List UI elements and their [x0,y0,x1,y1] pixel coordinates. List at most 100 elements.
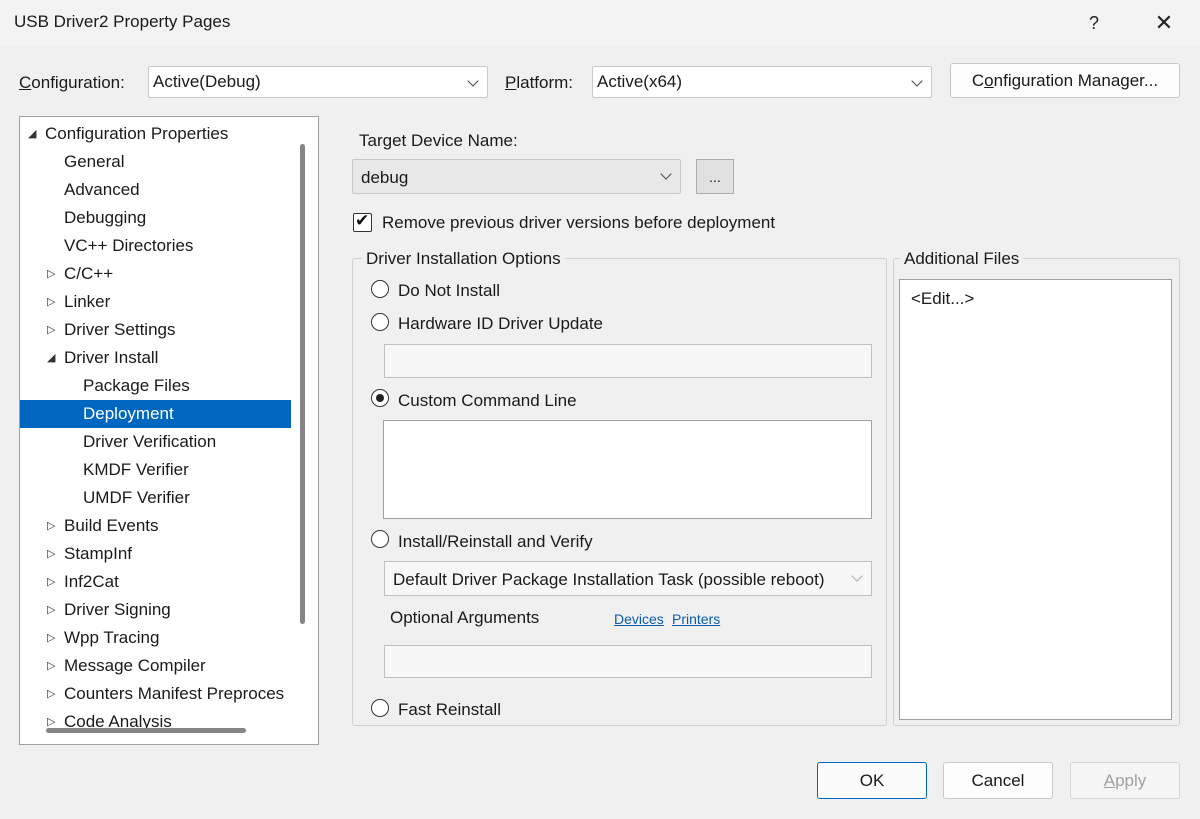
tree-item[interactable]: ▷ Build Events [20,512,291,540]
tree-horizontal-scrollbar[interactable] [46,728,246,733]
tree-vertical-scrollbar[interactable] [300,144,305,624]
remove-previous-checkbox[interactable]: ✔ [353,211,372,232]
tree-item[interactable]: ▷ Wpp Tracing [20,624,291,652]
tree-item-label: Counters Manifest Preproces [64,684,285,703]
tree-item-label: General [64,152,125,171]
tree-item[interactable]: Advanced [20,176,291,204]
tree-item-label: Driver Install [64,348,159,367]
configuration-label: Configuration: [19,73,125,93]
tree-item[interactable]: Debugging [20,204,291,232]
configuration-manager-button[interactable]: Configuration Manager... [950,63,1180,98]
configuration-label-accel: C [19,73,32,92]
tree-item[interactable]: ▷ Driver Settings [20,316,291,344]
radio-custom-command[interactable] [371,389,389,407]
apply-accel: A [1103,771,1116,790]
tree-item[interactable]: Package Files [20,372,291,400]
optional-args-label: Optional Arguments [390,608,540,627]
tree-item[interactable]: ▷ Driver Signing [20,596,291,624]
tree-item-label: Inf2Cat [64,572,119,591]
target-device-select[interactable]: debug [352,159,681,194]
devices-link[interactable]: Devices [614,611,664,627]
help-button[interactable]: ? [1074,8,1114,38]
tree-item-label: Driver Settings [64,320,176,339]
expand-arrow-icon[interactable]: ▷ [47,624,55,652]
additional-files-value: <Edit...> [911,289,975,308]
tree-item[interactable]: ▷ Linker [20,288,291,316]
remove-previous-label: Remove previous driver versions before d… [382,213,776,232]
collapse-arrow-icon[interactable]: ◢ [47,344,55,372]
configuration-label-rest: onfiguration: [31,73,125,92]
install-verify-label: Install/Reinstall and Verify [398,532,593,551]
tree-item-label: Driver Signing [64,600,171,619]
tree-item[interactable]: ▷ Inf2Cat [20,568,291,596]
radio-do-not-install[interactable] [371,280,389,298]
configuration-manager-rest: Configuration Manager... [972,71,1158,90]
configuration-manager-text: nfiguration Manager... [993,71,1159,90]
expand-arrow-icon[interactable]: ▷ [47,680,55,708]
tree-item[interactable]: ◢ Configuration Properties [20,120,291,148]
cancel-button[interactable]: Cancel [943,762,1053,799]
apply-button[interactable]: Apply [1070,762,1180,799]
expand-arrow-icon[interactable]: ▷ [47,260,55,288]
platform-select[interactable]: Active(x64) [592,66,932,98]
tree-item-label: Message Compiler [64,656,206,675]
tree-item[interactable]: ▷ Counters Manifest Preproces [20,680,291,708]
hardware-id-label: Hardware ID Driver Update [398,314,604,333]
radio-fast-reinstall[interactable] [371,699,389,717]
tree-item-label: StampInf [64,544,133,563]
tree-item[interactable]: ▷ Message Compiler [20,652,291,680]
expand-arrow-icon[interactable]: ▷ [47,568,55,596]
property-tree[interactable]: ◢ Configuration Properties General Advanced… [19,116,319,745]
optional-args-field[interactable] [384,645,872,678]
additional-files-field[interactable]: <Edit...> [899,279,1172,720]
browse-button[interactable]: ... [696,159,734,194]
install-task-select[interactable]: Default Driver Package Installation Task… [384,561,872,596]
configuration-manager-accel-letter: o [984,71,994,90]
window-title: USB Driver2 Property Pages [14,12,231,31]
printers-link[interactable]: Printers [672,611,720,627]
expand-arrow-icon[interactable]: ▷ [47,512,55,540]
platform-label: Platform: [505,73,573,93]
platform-label-accel: P [505,73,517,92]
tree-item[interactable]: Deployment [20,400,291,428]
tree-item[interactable]: VC++ Directories [20,232,291,260]
apply-rest: pply [1115,771,1147,790]
collapse-arrow-icon[interactable]: ◢ [28,120,36,148]
configuration-select[interactable]: Active(Debug) [148,66,488,98]
expand-arrow-icon[interactable]: ▷ [47,652,55,680]
custom-command-field[interactable] [383,420,872,519]
platform-select-value: Active(x64) [597,72,683,91]
radio-hardware-id[interactable] [371,313,389,331]
target-device-value: debug [361,168,409,187]
configuration-manager-text: C [971,71,985,90]
tree-item-label: Driver Verification [83,432,217,451]
tree-item-label: C/C++ [64,264,114,283]
custom-command-label: Custom Command Line [398,391,577,410]
install-task-value: Default Driver Package Installation Task… [393,570,825,589]
expand-arrow-icon[interactable]: ▷ [47,596,55,624]
hardware-id-field[interactable] [384,344,872,378]
ok-button[interactable]: OK [817,762,927,799]
tree-item[interactable]: ▷ C/C++ [20,260,291,288]
tree-item[interactable]: KMDF Verifier [20,456,291,484]
radio-install-verify[interactable] [371,530,389,548]
expand-arrow-icon[interactable]: ▷ [47,288,55,316]
tree-item[interactable]: Driver Verification [20,428,291,456]
additional-files-title: Additional Files [900,249,1024,269]
tree-item[interactable]: ◢ Driver Install [20,344,291,372]
chevron-down-icon [851,570,863,582]
chevron-down-icon [660,168,672,180]
tree-item-label: Debugging [64,208,147,227]
tree-item-label: Linker [64,292,111,311]
expand-arrow-icon[interactable]: ▷ [47,540,55,568]
expand-arrow-icon[interactable]: ▷ [47,316,55,344]
tree-item[interactable]: UMDF Verifier [20,484,291,512]
configuration-select-value: Active(Debug) [153,72,261,91]
tree-item-label: Advanced [64,180,140,199]
do-not-install-label: Do Not Install [398,281,501,300]
tree-item[interactable]: General [20,148,291,176]
tree-item[interactable]: ▷ StampInf [20,540,291,568]
tree-item-label: UMDF Verifier [83,488,190,507]
close-button[interactable]: ✕ [1144,8,1184,38]
install-options-title: Driver Installation Options [362,249,565,269]
